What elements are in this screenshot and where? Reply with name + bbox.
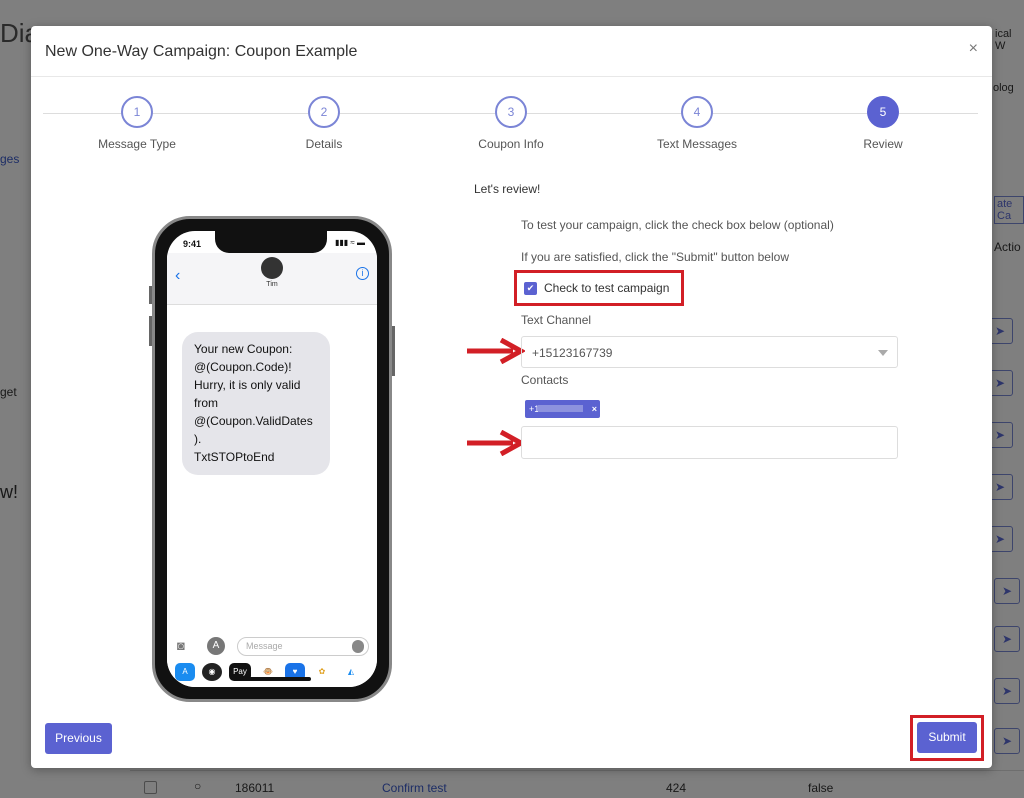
review-heading: Let's review!	[474, 182, 541, 196]
text-channel-value: +15123167739	[532, 346, 613, 360]
submit-button[interactable]: Submit	[917, 722, 977, 753]
test-campaign-checkbox[interactable]: ✔	[524, 282, 537, 295]
avatar	[261, 257, 283, 279]
app-store-icon: A	[175, 663, 195, 681]
step-message-type[interactable]: 1 Message Type	[72, 96, 202, 151]
status-icons: ▮▮▮ ≈ ▬	[334, 238, 365, 247]
home-indicator	[235, 677, 311, 681]
text-channel-label: Text Channel	[521, 313, 592, 327]
step-review[interactable]: 5 Review	[818, 96, 948, 151]
app-store-icon: A	[207, 637, 225, 655]
help-text-test: To test your campaign, click the check b…	[521, 218, 834, 232]
text-channel-select[interactable]: +15123167739	[521, 336, 898, 368]
step-details[interactable]: 2 Details	[259, 96, 389, 151]
test-campaign-label[interactable]: Check to test campaign	[544, 281, 669, 295]
phone-preview: ‹ Tim i 9:41 ▮▮▮ ≈ ▬ Your new Coupon: @(…	[152, 216, 392, 702]
campaign-modal: New One-Way Campaign: Coupon Example × 1…	[31, 26, 992, 768]
contact-chip[interactable]: +1 ×	[525, 400, 600, 418]
message-placeholder: Message	[246, 641, 283, 651]
step-label: Message Type	[98, 137, 176, 151]
step-text-messages[interactable]: 4 Text Messages	[632, 96, 762, 151]
step-number: 2	[308, 96, 340, 128]
help-text-submit: If you are satisfied, click the "Submit"…	[521, 250, 789, 264]
message-bubble: Your new Coupon: @(Coupon.Code)! Hurry, …	[182, 332, 330, 475]
photos-icon: ✿	[312, 663, 332, 681]
test-campaign-highlight[interactable]: ✔ Check to test campaign	[514, 270, 684, 306]
phone-notch	[215, 231, 327, 253]
divider	[31, 76, 992, 77]
close-icon[interactable]: ×	[969, 40, 978, 58]
activity-icon: ◉	[202, 663, 222, 681]
step-coupon-info[interactable]: 3 Coupon Info	[446, 96, 576, 151]
step-number: 4	[681, 96, 713, 128]
modal-title: New One-Way Campaign: Coupon Example	[45, 43, 358, 60]
step-label: Details	[305, 137, 343, 151]
camera-icon: ◙	[177, 638, 185, 653]
step-label: Text Messages	[656, 137, 738, 151]
app-icon: ◭	[341, 663, 361, 681]
chevron-down-icon	[878, 350, 888, 356]
message-input: Message	[237, 637, 369, 656]
step-label: Coupon Info	[478, 137, 544, 151]
arrow-right-icon	[467, 338, 525, 364]
status-time: 9:41	[183, 239, 202, 249]
phone-side-button	[392, 326, 395, 376]
step-number: 3	[495, 96, 527, 128]
contact-name: Tim	[266, 281, 278, 288]
chip-remove-icon[interactable]: ×	[592, 400, 597, 418]
info-icon: i	[356, 267, 369, 280]
redacted-number	[538, 405, 583, 412]
contacts-label: Contacts	[521, 373, 569, 387]
contacts-input[interactable]	[521, 426, 898, 459]
microphone-icon	[352, 640, 364, 653]
phone-screen: ‹ Tim i 9:41 ▮▮▮ ≈ ▬ Your new Coupon: @(…	[167, 231, 377, 687]
arrow-right-icon	[467, 430, 525, 456]
step-number: 1	[121, 96, 153, 128]
previous-button[interactable]: Previous	[45, 723, 112, 754]
step-number: 5	[867, 96, 899, 128]
messages-header: ‹ Tim i	[167, 253, 377, 305]
step-label: Review	[863, 137, 903, 151]
